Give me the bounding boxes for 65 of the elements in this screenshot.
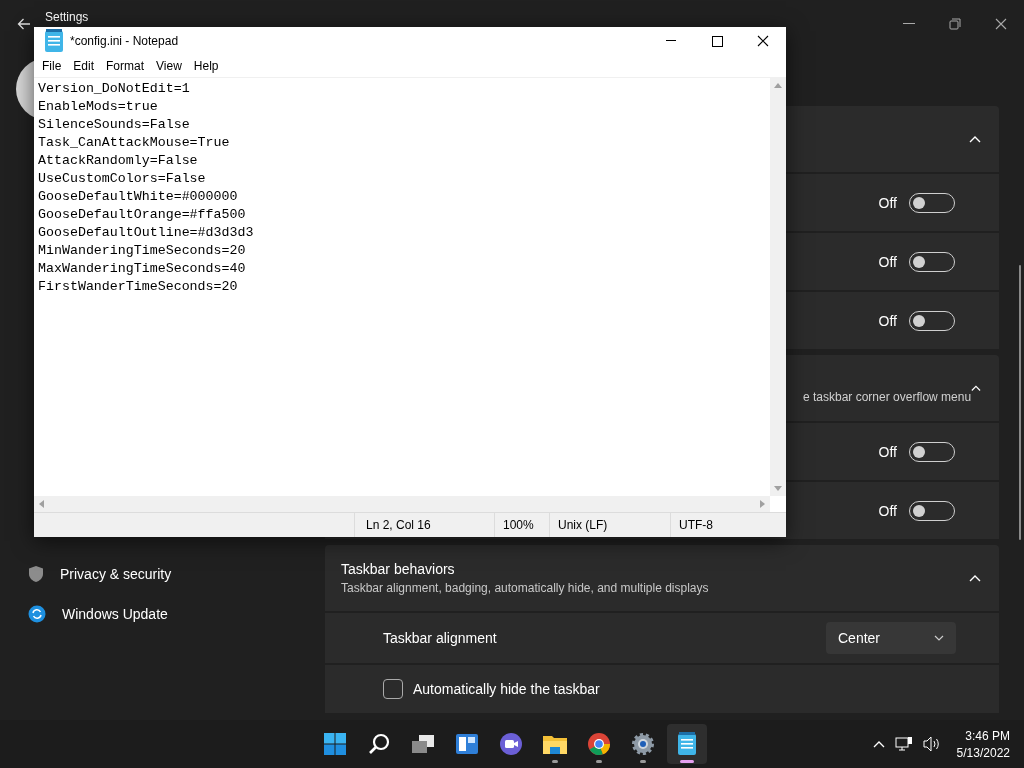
sidebar-item[interactable]: Windows Update [0, 594, 325, 634]
setting-label: Taskbar alignment [383, 630, 497, 646]
chevron-up-icon[interactable] [969, 135, 981, 143]
sidebar-item[interactable]: Privacy & security [0, 554, 325, 594]
network-icon[interactable] [894, 736, 913, 752]
back-arrow-icon[interactable] [17, 18, 31, 30]
text-line: GooseDefaultOrange=#ffa500 [38, 206, 247, 224]
minimize-icon[interactable] [903, 23, 915, 25]
line-ending: Unix (LF) [549, 513, 670, 537]
menu-item[interactable]: Help [187, 59, 225, 73]
maximize-icon[interactable] [711, 35, 723, 47]
text-line: SilenceSounds=False [38, 116, 191, 134]
encoding: UTF-8 [670, 513, 779, 537]
text-line: MinWanderingTimeSeconds=20 [38, 242, 247, 260]
toggle-state-label: Off [878, 312, 897, 329]
toggle-state-label: Off [878, 502, 897, 519]
text-line: FirstWanderTimeSeconds=20 [38, 278, 239, 296]
text-line: GooseDefaultWhite=#000000 [38, 188, 239, 206]
search-icon [368, 733, 390, 755]
stacked-windows-icon [411, 733, 435, 755]
section-title: Taskbar behaviors [341, 561, 456, 577]
taskbar-app-button[interactable] [667, 724, 707, 764]
scrollbar-thumb[interactable] [1019, 265, 1021, 540]
window-title: Settings [45, 11, 89, 24]
chevron-up-icon[interactable] [872, 740, 885, 748]
text-line: GooseDefaultOutline=#d3d3d3 [38, 224, 255, 242]
menu-item[interactable]: File [36, 59, 68, 73]
text-line: UseCustomColors=False [38, 170, 207, 188]
text-line: Version_DoNotEdit=1 [38, 80, 191, 98]
text-line: EnableMods=true [38, 98, 159, 116]
section-subtitle: e taskbar corner overflow menu [803, 390, 972, 404]
restore-icon[interactable] [949, 18, 961, 30]
close-icon[interactable] [757, 35, 769, 47]
checkbox-label: Automatically hide the taskbar [413, 681, 600, 697]
window-title: *config.ini - Notepad [70, 34, 179, 48]
browser-icon [587, 732, 611, 756]
gear-icon [631, 732, 655, 756]
sync-icon [28, 605, 46, 623]
menu-item[interactable]: View [150, 59, 188, 73]
text-line: AttackRandomly=False [38, 152, 199, 170]
windows-logo-icon [323, 732, 347, 756]
chevron-up-icon[interactable] [971, 384, 981, 392]
speaker-icon[interactable] [922, 736, 941, 752]
folder-icon [542, 733, 568, 755]
section-subtitle: Taskbar alignment, badging, automatically hide, and multiple displays [341, 581, 710, 595]
clock[interactable]: 3:46 PM 5/13/2022 [956, 728, 1010, 760]
text-line: MaxWanderingTimeSeconds=40 [38, 260, 247, 278]
chevron-up-icon[interactable] [969, 574, 981, 582]
toggle-state-label: Off [878, 443, 897, 460]
minimize-icon[interactable] [666, 40, 676, 42]
text-line: Task_CanAttackMouse=True [38, 134, 231, 152]
toggle-state-label: Off [878, 253, 897, 270]
toggle-state-label: Off [878, 194, 897, 211]
alignment-dropdown[interactable]: Center [826, 622, 956, 654]
video-chat-icon [499, 732, 523, 756]
notepad-icon [677, 732, 697, 756]
close-icon[interactable] [995, 18, 1007, 30]
widgets-icon [455, 733, 479, 755]
menu-item[interactable]: Edit [67, 59, 101, 73]
menu-item[interactable]: Format [100, 59, 151, 73]
checkbox[interactable] [383, 679, 403, 699]
cursor-position: Ln 2, Col 16 [354, 513, 494, 537]
zoom-level: 100% [494, 513, 549, 537]
shield-icon [28, 565, 44, 583]
chevron-down-icon [934, 635, 944, 641]
